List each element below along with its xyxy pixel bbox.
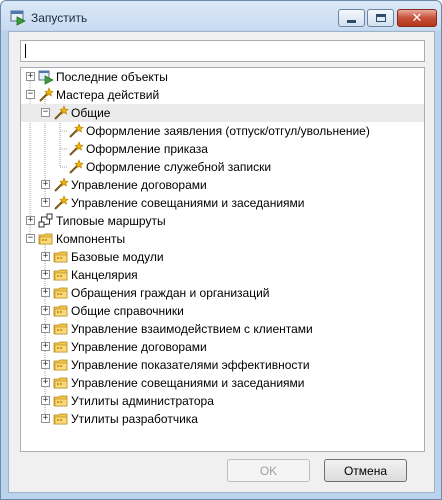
expand-icon[interactable]: + <box>41 306 50 315</box>
tree-node[interactable]: + Утилиты разработчика <box>21 410 424 428</box>
wizard-icon <box>68 159 84 175</box>
tree-node-label: Управление совещаниями и заседаниями <box>71 376 305 390</box>
collapse-icon[interactable]: − <box>26 234 35 243</box>
folder-icon <box>53 267 69 283</box>
tree-node-label: Оформление заявления (отпуск/отгул/уволь… <box>86 124 370 138</box>
tree-node[interactable]: + Канцелярия <box>21 266 424 284</box>
run-dialog-window: Запустить ✕ + Последние объекты − Мастера д… <box>0 0 442 500</box>
tree-node-label: Оформление служебной записки <box>86 160 272 174</box>
wizard-icon <box>53 195 69 211</box>
route-icon <box>38 213 54 229</box>
search-input[interactable] <box>20 40 425 62</box>
tree-node-label: Канцелярия <box>71 268 138 282</box>
folder-icon <box>53 303 69 319</box>
tree-node[interactable]: − Мастера действий <box>21 86 424 104</box>
tree-node[interactable]: + Управление совещаниями и заседаниями <box>21 374 424 392</box>
component-tree[interactable]: + Последние объекты − Мастера действий − Общи… <box>20 67 425 452</box>
tree-node[interactable]: + Управление показателями эффективности <box>21 356 424 374</box>
wizard-icon <box>68 141 84 157</box>
tree-node-label: Обращения граждан и организаций <box>71 286 270 300</box>
close-icon: ✕ <box>411 10 423 26</box>
tree-node[interactable]: + Обращения граждан и организаций <box>21 284 424 302</box>
expand-icon[interactable]: + <box>41 288 50 297</box>
expand-icon[interactable]: + <box>41 342 50 351</box>
ok-button[interactable]: OK <box>227 459 310 482</box>
collapse-icon[interactable]: − <box>26 90 35 99</box>
tree-node-label: Базовые модули <box>71 250 164 264</box>
tree-node[interactable]: Оформление заявления (отпуск/отгул/уволь… <box>21 122 424 140</box>
title-bar[interactable]: Запустить ✕ <box>1 1 441 33</box>
tree-node[interactable]: Оформление приказа <box>21 140 424 158</box>
expand-icon[interactable]: + <box>41 252 50 261</box>
tree-node[interactable]: + Последние объекты <box>21 68 424 86</box>
tree-node[interactable]: + Управление взаимодействием с клиентами <box>21 320 424 338</box>
folder-icon <box>53 411 69 427</box>
expand-icon[interactable]: + <box>41 360 50 369</box>
dialog-client-area: + Последние объекты − Мастера действий − Общи… <box>8 31 435 493</box>
tree-node-label: Управление совещаниями и заседаниями <box>71 196 305 210</box>
tree-node[interactable]: + Типовые маршруты <box>21 212 424 230</box>
tree-node-label: Типовые маршруты <box>56 214 166 228</box>
tree-node-label: Последние объекты <box>56 70 168 84</box>
tree-node-label: Управление договорами <box>71 340 207 354</box>
collapse-icon[interactable]: − <box>41 108 50 117</box>
folder-icon <box>53 375 69 391</box>
window-title: Запустить <box>31 11 88 25</box>
folder-icon <box>53 357 69 373</box>
cancel-button[interactable]: Отмена <box>324 459 407 482</box>
tree-node[interactable]: + Управление договорами <box>21 176 424 194</box>
tree-node[interactable]: − Компоненты <box>21 230 424 248</box>
expand-icon[interactable]: + <box>26 72 35 81</box>
wizard-icon <box>68 123 84 139</box>
tree-node-label: Утилиты администратора <box>71 394 214 408</box>
tree-node-label: Оформление приказа <box>86 142 208 156</box>
tree-node-label: Общие справочники <box>71 304 184 318</box>
expand-icon[interactable]: + <box>41 180 50 189</box>
expand-icon[interactable]: + <box>41 324 50 333</box>
maximize-icon <box>375 14 386 22</box>
text-caret <box>25 44 26 58</box>
folder-icon <box>53 249 69 265</box>
tree-node-label: Утилиты разработчика <box>71 412 198 426</box>
folder-icon <box>53 393 69 409</box>
expand-icon[interactable]: + <box>41 378 50 387</box>
tree-node-label: Компоненты <box>56 232 126 246</box>
run-arrow-icon <box>10 10 26 26</box>
expand-icon[interactable]: + <box>41 414 50 423</box>
recent-objects-icon <box>38 69 54 85</box>
folder-icon <box>53 321 69 337</box>
maximize-button[interactable] <box>367 9 394 27</box>
expand-icon[interactable]: + <box>41 198 50 207</box>
tree-node[interactable]: + Управление договорами <box>21 338 424 356</box>
expand-icon[interactable]: + <box>41 396 50 405</box>
tree-node-label: Мастера действий <box>56 88 160 102</box>
wizard-icon <box>38 87 54 103</box>
expand-icon[interactable]: + <box>41 270 50 279</box>
folder-icon <box>38 231 54 247</box>
tree-node[interactable]: + Базовые модули <box>21 248 424 266</box>
tree-node[interactable]: + Общие справочники <box>21 302 424 320</box>
expand-icon[interactable]: + <box>26 216 35 225</box>
minimize-button[interactable] <box>338 9 365 27</box>
wizard-icon <box>53 105 69 121</box>
close-button[interactable]: ✕ <box>397 9 437 27</box>
tree-node[interactable]: + Управление совещаниями и заседаниями <box>21 194 424 212</box>
tree-node[interactable]: Оформление служебной записки <box>21 158 424 176</box>
folder-icon <box>53 285 69 301</box>
tree-node[interactable]: + Утилиты администратора <box>21 392 424 410</box>
tree-node[interactable]: − Общие <box>21 104 424 122</box>
minimize-icon <box>347 19 356 23</box>
tree-node-label: Общие <box>71 106 111 120</box>
tree-node-label: Управление договорами <box>71 178 207 192</box>
tree-node-label: Управление показателями эффективности <box>71 358 310 372</box>
wizard-icon <box>53 177 69 193</box>
folder-icon <box>53 339 69 355</box>
tree-node-label: Управление взаимодействием с клиентами <box>71 322 313 336</box>
